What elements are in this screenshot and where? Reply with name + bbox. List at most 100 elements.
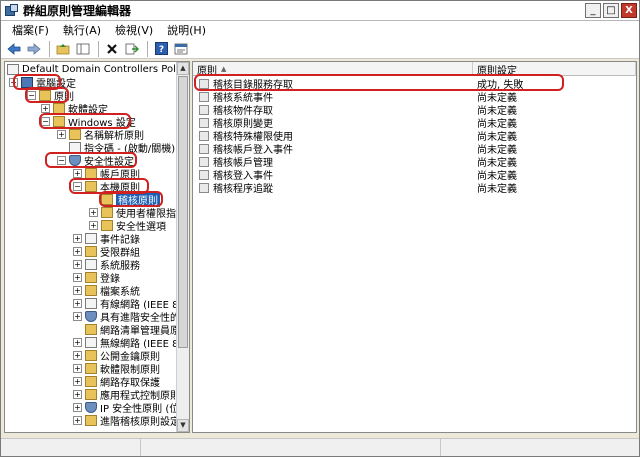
folder-icon [85, 363, 97, 374]
status-segment [141, 439, 441, 456]
scroll-thumb[interactable] [178, 76, 188, 348]
menu-view[interactable]: 檢視(V) [108, 22, 160, 38]
expand-toggle[interactable]: + [73, 260, 82, 269]
policy-tree: Default Domain Controllers Policy [SER −… [5, 62, 177, 432]
tree-pane: Default Domain Controllers Policy [SER −… [4, 61, 190, 433]
folder-icon [85, 350, 97, 361]
collapse-toggle[interactable]: − [41, 117, 50, 126]
expand-toggle[interactable]: + [73, 403, 82, 412]
tree-item-policies[interactable]: − 原則 [27, 89, 74, 103]
window-controls: _ □ X [585, 3, 637, 18]
tree-item-advanced-audit[interactable]: + 進階稽核原則設定 [73, 414, 177, 428]
policy-item-icon [199, 130, 209, 141]
column-header-policy[interactable]: 原則 ▲ [193, 62, 473, 77]
folder-icon [85, 181, 97, 192]
folder-icon [53, 103, 65, 114]
expand-toggle[interactable]: + [73, 169, 82, 178]
expand-toggle[interactable]: + [73, 351, 82, 360]
folder-icon [85, 376, 97, 387]
gpo-editor-window: 群組原則管理編輯器 _ □ X 檔案(F) 執行(A) 檢視(V) 說明(H) [0, 0, 640, 457]
details-pane: 原則 ▲ 原則設定 稽核目錄服務存取 成功, 失敗 稽核系統事件 尚未定義 稽核… [192, 61, 637, 433]
back-arrow-icon[interactable] [5, 41, 23, 57]
export-icon[interactable] [123, 41, 141, 57]
expand-toggle[interactable]: + [73, 273, 82, 282]
menu-action[interactable]: 執行(A) [56, 22, 108, 38]
expand-toggle[interactable]: + [41, 104, 50, 113]
folder-icon [85, 272, 97, 283]
toolbar: ? [1, 39, 639, 59]
policy-item-icon [199, 143, 209, 154]
expand-toggle[interactable]: + [73, 364, 82, 373]
expand-toggle[interactable]: + [73, 377, 82, 386]
tree-root[interactable]: Default Domain Controllers Policy [SER [7, 63, 177, 76]
folder-icon [85, 285, 97, 296]
expand-toggle[interactable]: + [73, 286, 82, 295]
help-icon[interactable]: ? [152, 41, 170, 57]
expand-toggle[interactable]: + [57, 130, 66, 139]
toolbar-separator [98, 40, 99, 57]
ip-security-icon [85, 402, 97, 413]
expand-toggle[interactable]: + [73, 312, 82, 321]
sort-ascending-icon: ▲ [221, 65, 227, 73]
services-icon [85, 259, 97, 270]
close-button[interactable]: X [621, 3, 637, 18]
svg-text:?: ? [158, 45, 163, 55]
minimize-button[interactable]: _ [585, 3, 601, 18]
expand-toggle[interactable]: + [73, 416, 82, 425]
expand-toggle[interactable]: + [89, 208, 98, 217]
window-title: 群組原則管理編輯器 [23, 4, 132, 18]
up-folder-icon[interactable] [54, 41, 72, 57]
expand-toggle[interactable]: + [73, 234, 82, 243]
scroll-up-arrow-icon[interactable]: ▲ [177, 62, 189, 75]
shield-icon [69, 155, 81, 166]
menu-bar: 檔案(F) 執行(A) 檢視(V) 說明(H) [1, 21, 639, 39]
gpo-app-icon [5, 3, 19, 18]
policy-item-icon [199, 169, 209, 180]
expand-toggle[interactable]: + [73, 247, 82, 256]
folder-icon [39, 90, 51, 101]
computer-icon [21, 77, 33, 88]
policy-item-icon [199, 104, 209, 115]
maximize-button[interactable]: □ [603, 3, 619, 18]
status-bar [1, 438, 639, 456]
menu-file[interactable]: 檔案(F) [5, 22, 56, 38]
policy-item-icon [199, 78, 209, 89]
folder-icon [101, 207, 113, 218]
expand-toggle[interactable]: + [73, 390, 82, 399]
column-header-label: 原則設定 [477, 65, 517, 77]
folder-icon [101, 194, 113, 205]
toolbar-separator [147, 40, 148, 57]
title-bar[interactable]: 群組原則管理編輯器 _ □ X [1, 1, 639, 21]
forward-arrow-icon[interactable] [25, 41, 43, 57]
column-header-setting[interactable]: 原則設定 [473, 62, 636, 77]
network-icon [85, 298, 97, 309]
folder-icon [85, 415, 97, 426]
show-hide-tree-icon[interactable] [74, 41, 92, 57]
folder-icon [53, 116, 65, 127]
collapse-toggle[interactable]: − [73, 182, 82, 191]
policy-item-icon [199, 91, 209, 102]
collapse-toggle[interactable]: − [27, 91, 36, 100]
policy-setting: 尚未定義 [477, 184, 517, 195]
tree-vertical-scrollbar[interactable]: ▲ ▼ [176, 62, 189, 432]
expand-toggle[interactable]: + [73, 338, 82, 347]
folder-icon [101, 220, 113, 231]
firewall-icon [85, 311, 97, 322]
status-segment [441, 439, 637, 456]
column-header-label: 原則 [197, 65, 217, 77]
tree-item-label: 進階稽核原則設定 [100, 417, 177, 428]
expand-toggle[interactable]: + [73, 299, 82, 308]
folder-icon [85, 389, 97, 400]
menu-help[interactable]: 說明(H) [160, 22, 213, 38]
delete-icon[interactable] [103, 41, 121, 57]
list-header: 原則 ▲ 原則設定 [193, 62, 636, 77]
scroll-down-arrow-icon[interactable]: ▼ [177, 419, 189, 432]
expand-toggle[interactable]: + [89, 221, 98, 230]
properties-icon[interactable] [172, 41, 190, 57]
collapse-toggle[interactable]: − [9, 78, 18, 87]
wireless-icon [85, 337, 97, 348]
event-log-icon [85, 233, 97, 244]
tree-root-label: Default Domain Controllers Policy [SER [22, 64, 177, 75]
collapse-toggle[interactable]: − [57, 156, 66, 165]
list-item[interactable]: 稽核程序追蹤 尚未定義 [193, 181, 636, 195]
